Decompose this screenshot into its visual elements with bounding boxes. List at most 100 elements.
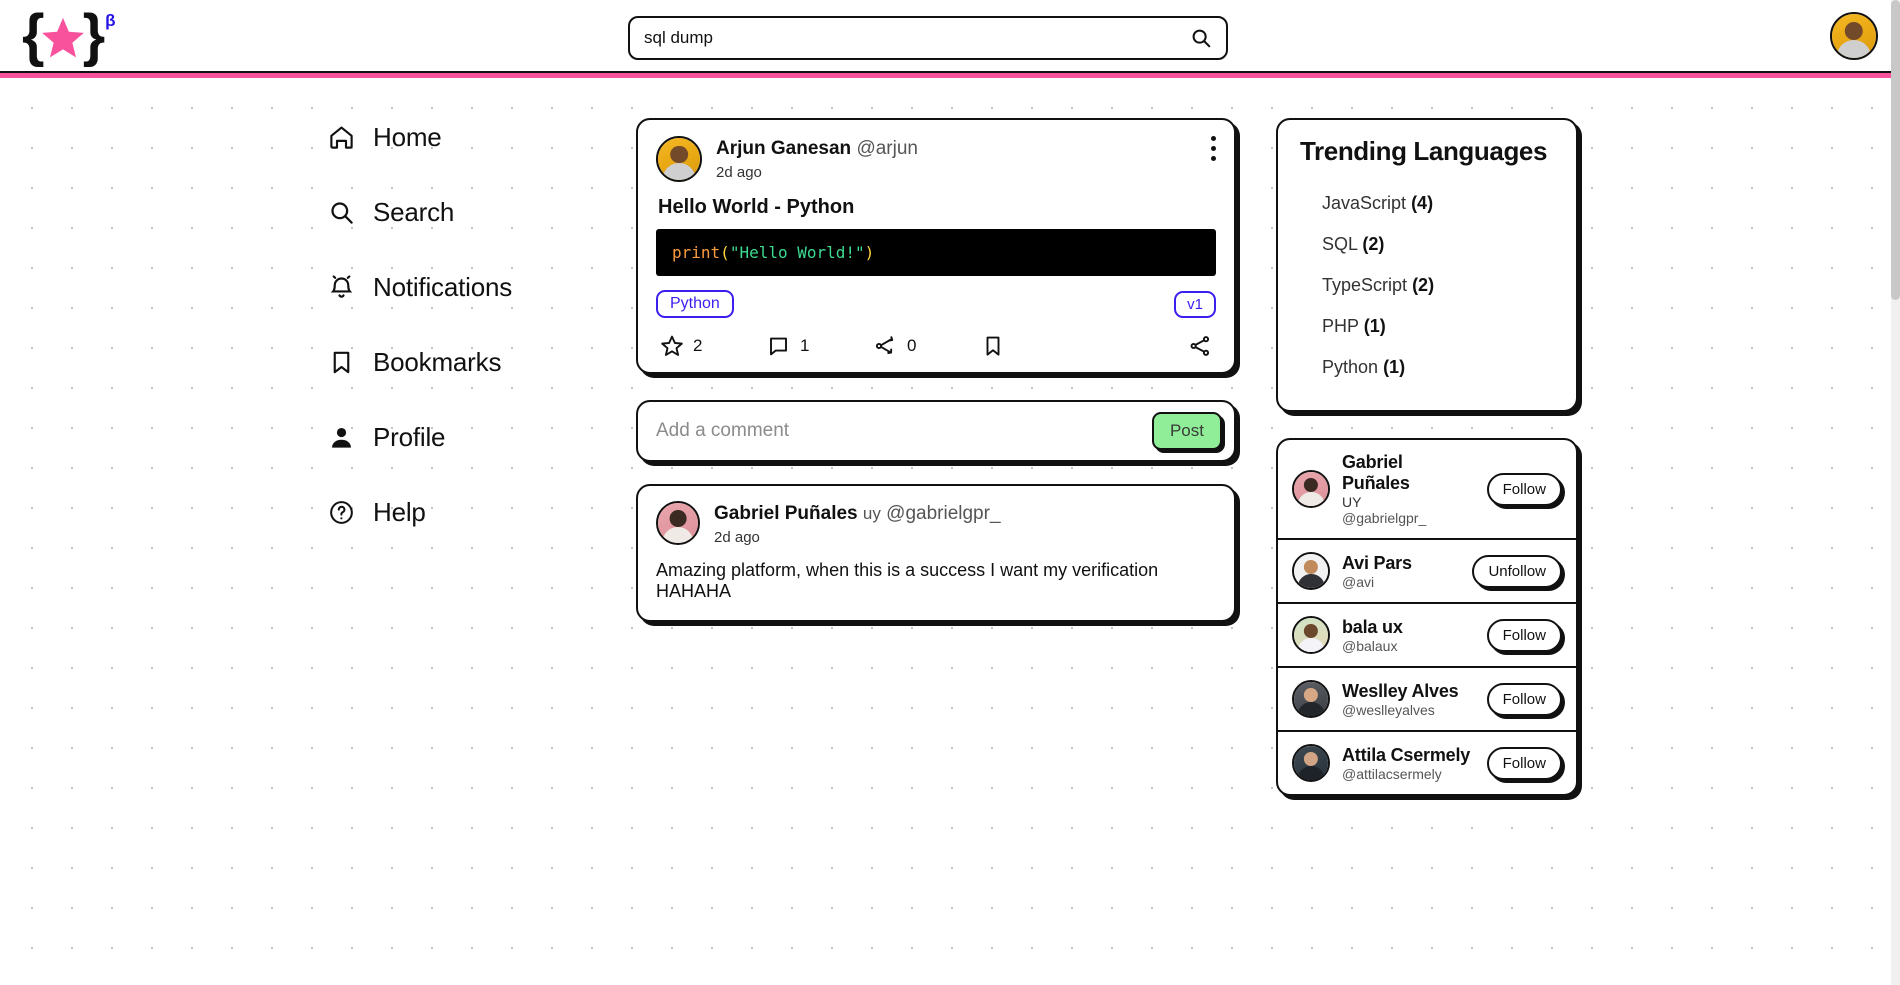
comment-input[interactable]	[656, 420, 1152, 442]
avatar[interactable]	[1292, 744, 1330, 782]
comment-item: Gabriel Puñales uy @gabrielgpr_ 2d ago A…	[636, 484, 1236, 622]
follow-button[interactable]: Follow	[1486, 682, 1562, 716]
suggestion-name[interactable]: Avi Pars	[1342, 553, 1460, 574]
trending-item-name: Python	[1322, 357, 1379, 377]
kebab-dot	[1211, 136, 1216, 141]
comment-author-row: Gabriel Puñales uy @gabrielgpr_	[714, 503, 1001, 525]
avatar-image	[1832, 14, 1876, 58]
home-icon	[330, 126, 353, 149]
sidebar-item-label: Notifications	[373, 271, 513, 302]
post-author-handle[interactable]: @arjun	[856, 138, 918, 159]
list-item: Attila Csermely @attilacsermely Follow	[1278, 732, 1576, 794]
suggestion-handle[interactable]: @avi	[1342, 574, 1460, 590]
suggestion-handle[interactable]: @gabrielgpr_	[1342, 510, 1475, 526]
post-author-name[interactable]: Arjun Ganesan	[716, 138, 851, 159]
follow-button[interactable]: Follow	[1486, 618, 1562, 652]
post-actions: 2 1 0	[656, 334, 1216, 360]
beta-badge: β	[105, 10, 116, 30]
sidebar-item-home[interactable]: Home	[328, 114, 578, 160]
code-token-open-paren: (	[720, 243, 730, 262]
language-tag[interactable]: Python	[656, 290, 734, 318]
suggestion-name[interactable]: Weslley Alves	[1342, 681, 1475, 702]
suggestion-info: bala ux @balaux	[1342, 617, 1475, 654]
trending-item-count: (2)	[1362, 234, 1385, 254]
trending-item-php[interactable]: PHP (1)	[1300, 306, 1554, 347]
comment-composer[interactable]: Post	[636, 400, 1236, 462]
trending-item-typescript[interactable]: TypeScript (2)	[1300, 265, 1554, 306]
trending-item-sql[interactable]: SQL (2)	[1300, 224, 1554, 265]
suggestion-handle[interactable]: @weslleyalves	[1342, 702, 1475, 718]
sidebar-item-notifications[interactable]: Notifications	[328, 264, 578, 310]
suggestion-country: UY	[1342, 494, 1362, 510]
share-icon	[1190, 336, 1210, 356]
list-item: Gabriel Puñales UY @gabrielgpr_ Follow	[1278, 440, 1576, 540]
list-item: Weslley Alves @weslleyalves Follow	[1278, 668, 1576, 732]
trending-item-count: (2)	[1412, 275, 1435, 295]
bookmark-action[interactable]	[981, 334, 1088, 358]
code-token-function: print	[672, 243, 721, 262]
follow-button[interactable]: Follow	[1486, 472, 1562, 506]
search-icon	[331, 201, 353, 224]
suggestion-info: Avi Pars @avi	[1342, 553, 1460, 590]
trending-item-count: (1)	[1383, 357, 1406, 377]
sidebar-item-search[interactable]: Search	[328, 189, 578, 235]
page-layout: Home Search Notifications Bookmarks Prof…	[0, 78, 1900, 985]
avatar[interactable]	[1292, 470, 1330, 508]
avatar[interactable]	[656, 501, 700, 545]
sidebar-item-label: Search	[373, 196, 455, 227]
share-action[interactable]	[1188, 334, 1212, 358]
main-feed: Arjun Ganesan @arjun 2d ago Hello World …	[636, 118, 1236, 622]
sidebar-item-profile[interactable]: Profile	[328, 414, 578, 460]
fork-action[interactable]: 0	[874, 334, 981, 358]
avatar[interactable]	[656, 136, 702, 182]
suggestion-info: Attila Csermely @attilacsermely	[1342, 745, 1475, 782]
search-icon[interactable]	[1190, 27, 1212, 49]
app-logo[interactable]: { } β	[22, 2, 132, 68]
page-background: Home Search Notifications Bookmarks Prof…	[0, 78, 1900, 985]
avatar[interactable]	[1830, 12, 1878, 60]
search-input[interactable]	[644, 28, 1190, 48]
sidebar-item-help[interactable]: Help	[328, 489, 578, 535]
page-scrollbar[interactable]	[1891, 0, 1900, 985]
scrollbar-thumb[interactable]	[1891, 0, 1900, 300]
search-box[interactable]	[628, 16, 1228, 60]
unfollow-button[interactable]: Unfollow	[1472, 554, 1562, 588]
avatar[interactable]	[1292, 552, 1330, 590]
avatar[interactable]	[1292, 680, 1330, 718]
suggestion-name[interactable]: bala ux	[1342, 617, 1475, 638]
follow-button[interactable]: Follow	[1486, 746, 1562, 780]
comment-icon	[770, 337, 787, 356]
who-to-follow-card: Gabriel Puñales UY @gabrielgpr_ Follow A…	[1276, 438, 1578, 796]
avatar-image	[1294, 746, 1328, 780]
suggestion-handle[interactable]: @attilacsermely	[1342, 766, 1475, 782]
code-token-close-paren: )	[864, 243, 875, 262]
comment-header: Gabriel Puñales uy @gabrielgpr_ 2d ago	[656, 501, 1216, 546]
list-item: Avi Pars @avi Unfollow	[1278, 540, 1576, 604]
star-icon	[661, 335, 683, 356]
trending-item-javascript[interactable]: JavaScript (4)	[1300, 183, 1554, 224]
sidebar-item-bookmarks[interactable]: Bookmarks	[328, 339, 578, 385]
star-action[interactable]: 2	[660, 334, 767, 358]
suggestion-handle[interactable]: @balaux	[1342, 638, 1475, 654]
suggestion-name[interactable]: Attila Csermely	[1342, 745, 1475, 766]
version-badge[interactable]: v1	[1174, 290, 1216, 318]
sidebar-item-label: Profile	[373, 421, 446, 452]
bookmark-icon	[986, 336, 1000, 356]
kebab-dot	[1211, 156, 1216, 161]
logo-brace-left: {	[22, 2, 45, 68]
kebab-menu-icon[interactable]	[1211, 136, 1216, 166]
comment-action[interactable]: 1	[767, 334, 874, 358]
suggestion-name[interactable]: Gabriel Puñales	[1342, 452, 1475, 494]
fork-icon	[875, 336, 894, 354]
comment-author-handle[interactable]: @gabrielgpr_	[886, 503, 1000, 524]
trending-item-count: (4)	[1411, 193, 1434, 213]
post-timestamp: 2d ago	[716, 164, 762, 181]
post-comment-button[interactable]: Post	[1151, 412, 1222, 450]
right-rail: Trending Languages JavaScript (4) SQL (2…	[1276, 118, 1578, 796]
trending-item-python[interactable]: Python (1)	[1300, 347, 1554, 388]
avatar[interactable]	[1292, 616, 1330, 654]
trending-languages-card: Trending Languages JavaScript (4) SQL (2…	[1276, 118, 1578, 412]
comment-author-name[interactable]: Gabriel Puñales	[714, 503, 858, 524]
post-title: Hello World - Python	[658, 196, 855, 218]
bell-icon	[330, 274, 353, 298]
